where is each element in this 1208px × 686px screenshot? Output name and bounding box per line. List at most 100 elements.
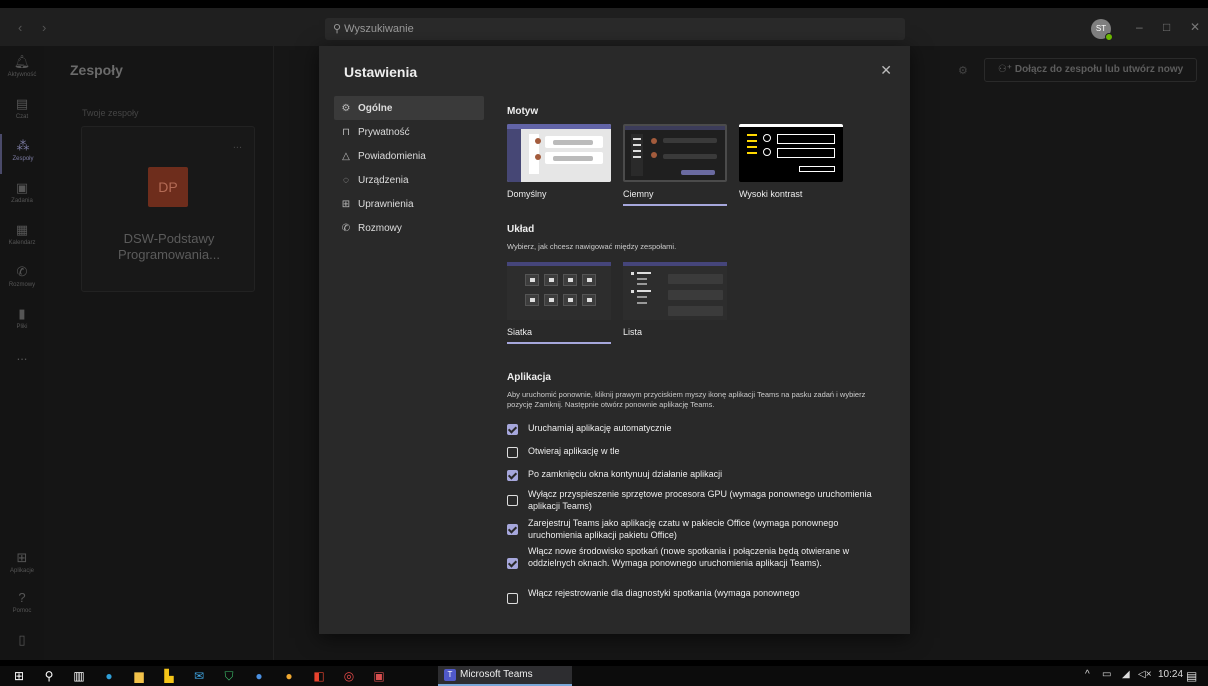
rail-item-activity[interactable]: 🔔︎ Aktywność [0,50,44,90]
add-user-icon: ⚇⁺ [997,64,1015,75]
layout-option-list[interactable]: Lista [623,262,727,337]
checkbox-meeting-diagnostics[interactable]: Włącz rejestrowanie dla diagnostyki spot… [507,587,887,604]
menu-item-permissions[interactable]: ⊞ Uprawnienia [334,192,484,216]
taskbar-teams-button[interactable]: T Microsoft Teams [438,666,572,686]
rail-item-label: Pomoc [12,608,32,614]
wifi-icon[interactable]: ◢ [1122,669,1130,680]
checkbox-auto-start[interactable]: Uruchamiaj aplikację automatycznie [507,422,887,435]
opera-icon[interactable]: ◎ [342,669,356,683]
bell-icon: 🔔︎ [13,54,31,69]
checkbox-label: Po zamknięciu okna kontynuuj działanie a… [528,469,723,479]
rail-item-teams[interactable]: ⁂ Zespoły [0,134,44,174]
search-icon: ⚲ [333,23,342,35]
volume-icon[interactable]: ◁× [1138,669,1152,680]
menu-item-label: Prywatność [358,126,410,138]
checkbox-unchecked[interactable] [507,495,518,506]
settings-menu: ⚙ Ogólne ⊓ Prywatność △ Powiadomienia ◌ … [334,96,484,240]
rail-item-label: Zadania [11,198,33,204]
checkbox-register-office-chat[interactable]: Zarejestruj Teams jako aplikację czatu w… [507,517,887,541]
rail-item-label: Czat [15,114,29,120]
search-icon[interactable]: ⚲ [42,669,56,683]
rail-item-label: Rozmowy [8,282,36,288]
maximize-icon[interactable]: □ [1163,20,1170,34]
checkbox-new-meeting-experience[interactable]: Włącz nowe środowisko spotkań (nowe spot… [507,545,887,569]
windows-taskbar: ⊞ ⚲ ▥ ● ▆ ▙ ✉ ⛉ ● ● ◧ ◎ ▣ T Microsoft Te… [0,666,1208,686]
menu-item-notifications[interactable]: △ Powiadomienia [334,144,484,168]
app-icon[interactable]: ● [252,669,266,683]
calendar-icon: ▦ [15,222,29,237]
menu-item-privacy[interactable]: ⊓ Prywatność [334,120,484,144]
checkbox-checked[interactable] [507,470,518,481]
mail-icon[interactable]: ✉ [192,669,206,683]
rail-item-files[interactable]: ▮ Pliki [0,302,44,342]
rail-item-calendar[interactable]: ▦ Kalendarz [0,218,44,258]
checkbox-unchecked[interactable] [507,447,518,458]
checkbox-checked[interactable] [507,524,518,535]
teams-icon: T [444,669,456,681]
rail-more-button[interactable]: ... [0,344,44,384]
search-placeholder: Wyszukiwanie [344,23,414,35]
theme-option-dark[interactable]: Ciemny [623,124,727,206]
menu-item-label: Uprawnienia [358,198,414,210]
shield-icon[interactable]: ⛉ [222,669,236,683]
menu-item-label: Rozmowy [358,222,402,234]
checkbox-checked[interactable] [507,558,518,569]
edge-icon[interactable]: ● [102,669,116,683]
minimize-icon[interactable]: – [1136,20,1143,34]
menu-item-general[interactable]: ⚙ Ogólne [334,96,484,120]
clock[interactable]: 10:24 [1158,669,1183,680]
rail-item-calls[interactable]: ✆ Rozmowy [0,260,44,300]
close-window-icon[interactable]: ✕ [1190,20,1200,34]
selected-indicator [507,342,611,344]
menu-item-calls[interactable]: ✆ Rozmowy [334,216,484,240]
title-bar: ‹ › ⚲ Wyszukiwanie ST – □ ✕ [0,8,1208,46]
office-icon[interactable]: ◧ [312,669,326,683]
chrome-icon[interactable]: ● [282,669,296,683]
menu-item-devices[interactable]: ◌ Urządzenia [334,168,484,192]
search-input[interactable]: ⚲ Wyszukiwanie [325,18,905,40]
store-icon[interactable]: ▙ [162,669,176,683]
rail-item-download[interactable]: ▯ [0,628,44,668]
close-icon[interactable]: ✕ [880,62,892,79]
settings-icon[interactable]: ⚙ [958,64,968,77]
theme-option-default[interactable]: Domyślny [507,124,611,199]
rail-item-assignments[interactable]: ▣ Zadania [0,176,44,216]
app-rail: 🔔︎ Aktywność ▤ Czat ⁂ Zespoły ▣ Zadania … [0,46,44,660]
checkbox-unchecked[interactable] [507,593,518,604]
rail-item-apps[interactable]: ⊞ Aplikacje [0,546,44,586]
notifications-icon[interactable]: ▤ [1186,669,1197,683]
windows-start-icon[interactable]: ⊞ [12,669,26,683]
rail-item-help[interactable]: ? Pomoc [0,586,44,626]
layout-option-label: Siatka [507,327,533,337]
theme-preview-dark [623,124,727,182]
rail-item-label: Kalendarz [8,240,36,246]
chevron-up-icon[interactable]: ^ [1085,669,1090,680]
selected-indicator [623,204,727,206]
file-explorer-icon[interactable]: ▆ [132,669,146,683]
checkbox-keep-running[interactable]: Po zamknięciu okna kontynuuj działanie a… [507,468,887,481]
theme-option-high-contrast[interactable]: Wysoki kontrast [739,124,843,199]
more-options-icon[interactable]: ... [233,139,242,151]
team-card[interactable]: ... DP DSW-Podstawy Programowania... [81,126,255,292]
assignments-icon: ▣ [15,180,29,195]
theme-preview-default [507,124,611,182]
checkbox-checked[interactable] [507,424,518,435]
checkbox-label: Włącz rejestrowanie dla diagnostyki spot… [528,588,800,598]
avatar[interactable]: ST [1091,19,1113,41]
settings-dialog: Ustawienia ✕ ⚙ Ogólne ⊓ Prywatność △ Pow… [319,46,910,634]
join-team-label: Dołącz do zespołu lub utwórz nowy [1014,64,1184,75]
rail-item-chat[interactable]: ▤ Czat [0,92,44,132]
join-team-button[interactable]: ⚇⁺ Dołącz do zespołu lub utwórz nowy [984,58,1197,82]
layout-preview-grid [507,262,611,320]
task-view-icon[interactable]: ▥ [72,669,86,683]
theme-section-title: Motyw [507,106,539,117]
checkbox-open-in-background[interactable]: Otwieraj aplikację w tle [507,445,887,458]
checkbox-label: Włącz nowe środowisko spotkań (nowe spot… [528,546,850,568]
back-forward-arrows[interactable]: ‹ › [18,20,54,35]
app-icon[interactable]: ▣ [372,669,386,683]
checkbox-disable-gpu[interactable]: Wyłącz przyspieszenie sprzętowe procesor… [507,488,887,512]
layout-option-grid[interactable]: Siatka [507,262,611,344]
theme-preview-high-contrast [739,124,843,182]
network-icon[interactable]: ▭ [1102,669,1111,680]
more-icon: ... [16,348,28,363]
